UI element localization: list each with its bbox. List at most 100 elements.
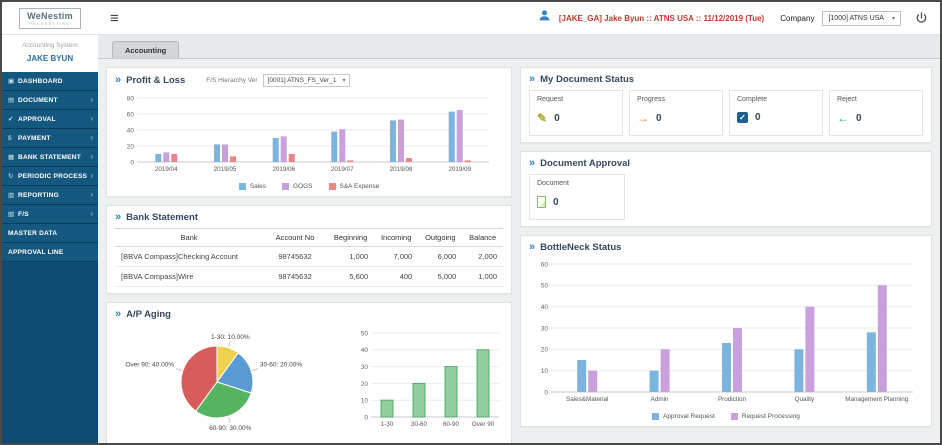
panel-title: My Document Status [540,74,635,85]
panel-arrow-icon: » [115,211,122,223]
bank-column-header: Balance [462,228,503,247]
svg-text:Management Planning: Management Planning [845,396,909,403]
svg-text:30-60: 30-60 [411,421,428,428]
legend-item: GOGS [282,183,313,190]
menu-toggle-icon[interactable]: ≡ [110,11,119,26]
svg-text:Over 90: Over 90 [472,421,495,428]
sidebar-item-label: APPROVAL LINE [8,248,64,256]
svg-text:0: 0 [544,389,548,396]
sidebar-item-approval[interactable]: ✔ APPROVAL › [2,110,98,129]
legend-item: Approval Request [652,413,715,420]
card-count: 0 [656,112,662,124]
svg-text:2019/08: 2019/08 [390,166,413,173]
sidebar-item-reporting[interactable]: ▥ REPORTING › [2,186,98,205]
panel-title: BottleNeck Status [540,242,622,253]
sidebar-item-label: REPORTING [18,191,59,199]
svg-text:50: 50 [361,330,369,337]
bank-cell: 98745632 [263,246,327,267]
chevron-right-icon: › [90,209,93,218]
status-card-document[interactable]: Document 0 [529,174,625,220]
panel-arrow-icon: » [529,241,536,253]
svg-text:2019/04: 2019/04 [155,166,178,173]
chevron-right-icon: › [90,133,93,142]
document-approval-cards: Document 0 [529,174,923,220]
sidebar-menu: ▣ DASHBOARD ▤ DOCUMENT › ✔ APPROVAL › $ PAYMENT › ▦… [2,72,98,443]
sidebar-item-f-s[interactable]: ▧ F/S › [2,205,98,224]
status-card-reject[interactable]: Reject ← 0 [829,90,923,136]
payment-icon: $ [8,134,12,142]
svg-text:20: 20 [127,143,135,150]
sidebar-item-label: MASTER DATA [8,229,58,237]
panel-profit-loss: » Profit & Loss F/S Hierarchy Ver [0001]… [106,67,512,197]
bank-cell: 400 [374,266,419,287]
company-select-value: [1000] ATNS USA [828,14,884,22]
sidebar-item-document[interactable]: ▤ DOCUMENT › [2,91,98,110]
sidebar-item-periodic-process[interactable]: ↻ PERIODIC PROCESS › [2,167,98,186]
topbar-right: [JAKE_GA] Jake Byun :: ATNS USA :: 11/12… [538,9,940,27]
svg-text:50: 50 [541,283,549,290]
bank-statement-icon: ▦ [8,154,15,161]
svg-text:30: 30 [361,364,369,371]
bottleneck-chart: 0 10 20 30 40 50 60 Sales&Material Admin Prodicti… [529,258,923,420]
svg-text:10: 10 [541,368,549,375]
bank-cell: 5,600 [327,266,375,287]
document-icon: ▤ [8,97,15,104]
chevron-right-icon: › [90,95,93,104]
panel-title: Bank Statement [126,212,198,223]
panel-arrow-icon: » [115,308,122,320]
legend-item: Sales [238,183,266,190]
sidebar-item-label: BANK STATEMENT [18,153,81,161]
sidebar-username: JAKE BYUN [26,54,74,63]
svg-text:80: 80 [127,95,135,102]
fs-icon: ▧ [8,211,15,218]
reporting-icon: ▥ [8,192,15,199]
svg-text:Admin: Admin [651,396,669,403]
bank-statement-table: Bank Account No Beginning Incoming Outgoing B… [115,228,503,287]
chart-legend: Sales GOGS S&A Expense [115,183,503,190]
bank-row[interactable]: [BBVA Compass]Checking Account 98745632 1,… [115,246,503,267]
chart-legend: Approval Request Request Processing [529,413,923,420]
svg-text:2019/09: 2019/09 [448,166,471,173]
chevron-right-icon: › [90,171,93,180]
logout-icon[interactable] [915,11,928,25]
svg-text:1-30: 10.00%: 1-30: 10.00% [211,334,250,341]
svg-text:0: 0 [364,414,368,421]
sidebar-item-label: APPROVAL [18,115,56,123]
sidebar-item-approval-line[interactable]: APPROVAL LINE [2,243,98,262]
card-count: 0 [755,112,761,123]
sidebar-item-master-data[interactable]: MASTER DATA [2,224,98,243]
bank-row[interactable]: [BBVA Compass]Wire 98745632 5,600 400 5,000 1… [115,266,503,287]
status-card-progress[interactable]: Progress → 0 [629,90,723,136]
bank-cell: 1,000 [327,246,375,267]
card-label: Reject [837,96,857,103]
svg-text:10: 10 [361,398,369,405]
bank-cell: 2,000 [462,246,503,267]
status-card-request[interactable]: Request ✎ 0 [529,90,623,136]
panel-title: A/P Aging [126,309,171,320]
card-label: Request [537,96,564,103]
logo[interactable]: WeNestim PACESETTING [2,7,98,29]
svg-text:60-90: 30.00%: 60-90: 30.00% [209,425,252,432]
arrow-left-icon: ← [837,111,849,125]
checkbox-icon: ✓ [737,112,748,123]
tab-accounting[interactable]: Accounting [112,41,180,58]
sidebar-item-payment[interactable]: $ PAYMENT › [2,129,98,148]
bank-column-header: Account No [263,228,327,247]
card-count: 0 [856,112,862,124]
chevron-down-icon: ▾ [342,78,346,84]
system-name: Accounting System [22,42,78,49]
bank-cell: 98745632 [263,266,327,287]
fs-hierarchy-select[interactable]: [0001] ATNS_FS_Ver_1 ▾ [262,74,351,87]
svg-text:Sales&Material: Sales&Material [566,396,608,403]
sidebar-item-dashboard[interactable]: ▣ DASHBOARD [2,72,98,91]
company-select[interactable]: [1000] ATNS USA ▾ [822,10,901,26]
sidebar-item-bank-statement[interactable]: ▦ BANK STATEMENT › [2,148,98,167]
panel-arrow-icon: » [115,74,122,86]
card-count: 0 [553,196,559,208]
app-window: WeNestim PACESETTING ≡ [JAKE_GA] Jake By… [0,0,942,445]
user-session-info: [JAKE_GA] Jake Byun :: ATNS USA :: 11/12… [558,13,765,23]
panel-my-document-status: » My Document Status Request ✎ 0 Progress … [520,67,932,143]
bank-column-header: Incoming [374,228,419,247]
status-card-complete[interactable]: Complete ✓ 0 [729,90,823,136]
card-label: Complete [737,96,767,103]
